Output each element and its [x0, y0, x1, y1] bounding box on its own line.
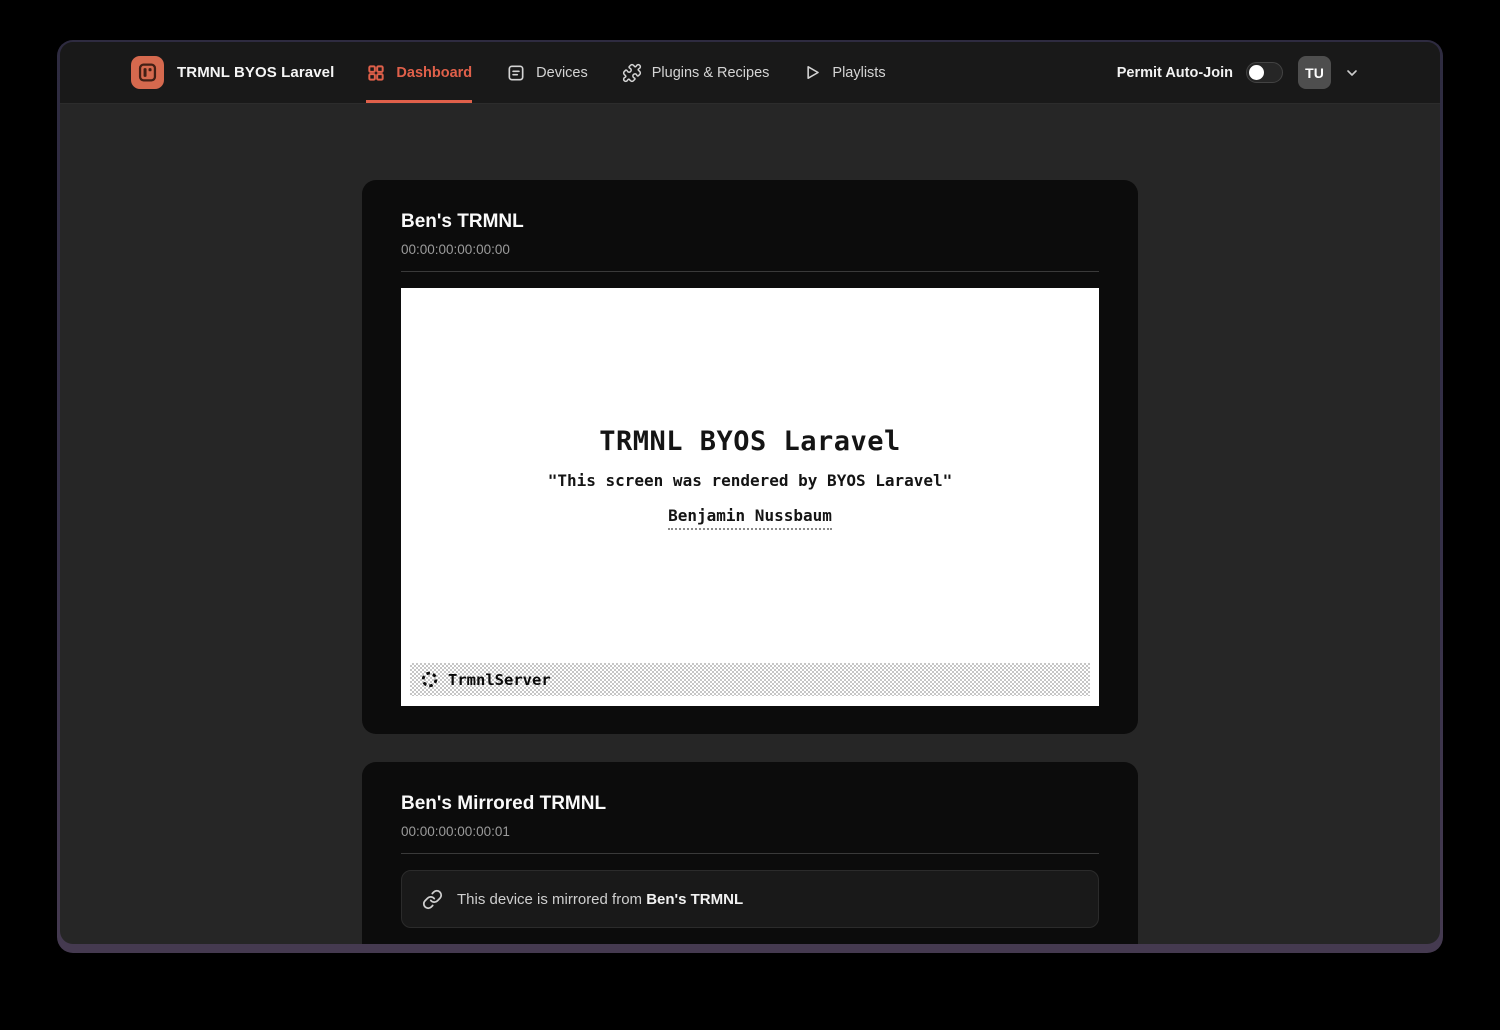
mirror-notice-text: This device is mirrored from Ben's TRMNL	[457, 891, 743, 908]
puzzle-icon	[622, 63, 642, 83]
divider	[401, 853, 1099, 854]
screen-author: Benjamin Nussbaum	[668, 505, 832, 530]
user-avatar[interactable]: TU	[1298, 56, 1331, 89]
device-mac-address: 00:00:00:00:00:00	[401, 241, 1099, 258]
grid-icon	[366, 63, 386, 83]
toggle-knob	[1249, 65, 1264, 80]
nav-tabs: Dashboard Devices	[366, 42, 885, 103]
tab-playlists[interactable]: Playlists	[803, 42, 885, 103]
device-mac-address: 00:00:00:00:00:01	[401, 823, 1099, 840]
mirror-notice: This device is mirrored from Ben's TRMNL	[401, 870, 1099, 928]
app-window-frame: TRMNL BYOS Laravel Dashboard	[57, 40, 1443, 953]
tab-devices[interactable]: Devices	[506, 42, 588, 103]
play-icon	[803, 63, 822, 82]
tab-label: Devices	[536, 65, 588, 81]
device-card-bens-mirrored-trmnl: Ben's Mirrored TRMNL 00:00:00:00:00:01 T…	[362, 762, 1138, 944]
top-navbar: TRMNL BYOS Laravel Dashboard	[60, 42, 1440, 104]
link-icon	[422, 889, 443, 910]
brand[interactable]: TRMNL BYOS Laravel	[131, 42, 334, 103]
screen-quote: "This screen was rendered by BYOS Larave…	[548, 470, 953, 492]
device-name: Ben's TRMNL	[401, 210, 1099, 234]
trmnl-logo-icon	[131, 56, 164, 89]
screen-title: TRMNL BYOS Laravel	[599, 428, 901, 456]
permit-auto-join-label: Permit Auto-Join	[1117, 65, 1233, 81]
tab-label: Plugins & Recipes	[652, 65, 770, 81]
permit-auto-join-toggle[interactable]	[1246, 62, 1283, 83]
app-title: TRMNL BYOS Laravel	[177, 64, 334, 81]
plugin-badge: TrmnlServer	[410, 663, 1090, 696]
device-list-icon	[506, 63, 526, 83]
eink-screen-preview: TRMNL BYOS Laravel "This screen was rend…	[401, 288, 1099, 706]
tab-label: Dashboard	[396, 65, 472, 81]
tab-label: Playlists	[832, 65, 885, 81]
mirror-source-name: Ben's TRMNL	[646, 891, 743, 908]
spinner-icon	[420, 670, 439, 689]
dashboard-content: Ben's TRMNL 00:00:00:00:00:00 TRMNL BYOS…	[60, 104, 1440, 944]
tab-plugins-recipes[interactable]: Plugins & Recipes	[622, 42, 770, 103]
nav-right: Permit Auto-Join TU	[1117, 42, 1360, 103]
divider	[401, 271, 1099, 272]
tab-dashboard[interactable]: Dashboard	[366, 42, 472, 103]
app-window: TRMNL BYOS Laravel Dashboard	[60, 42, 1440, 944]
device-name: Ben's Mirrored TRMNL	[401, 792, 1099, 816]
plugin-badge-label: TrmnlServer	[448, 671, 551, 689]
device-card-bens-trmnl: Ben's TRMNL 00:00:00:00:00:00 TRMNL BYOS…	[362, 180, 1138, 734]
chevron-down-icon[interactable]	[1344, 65, 1360, 81]
